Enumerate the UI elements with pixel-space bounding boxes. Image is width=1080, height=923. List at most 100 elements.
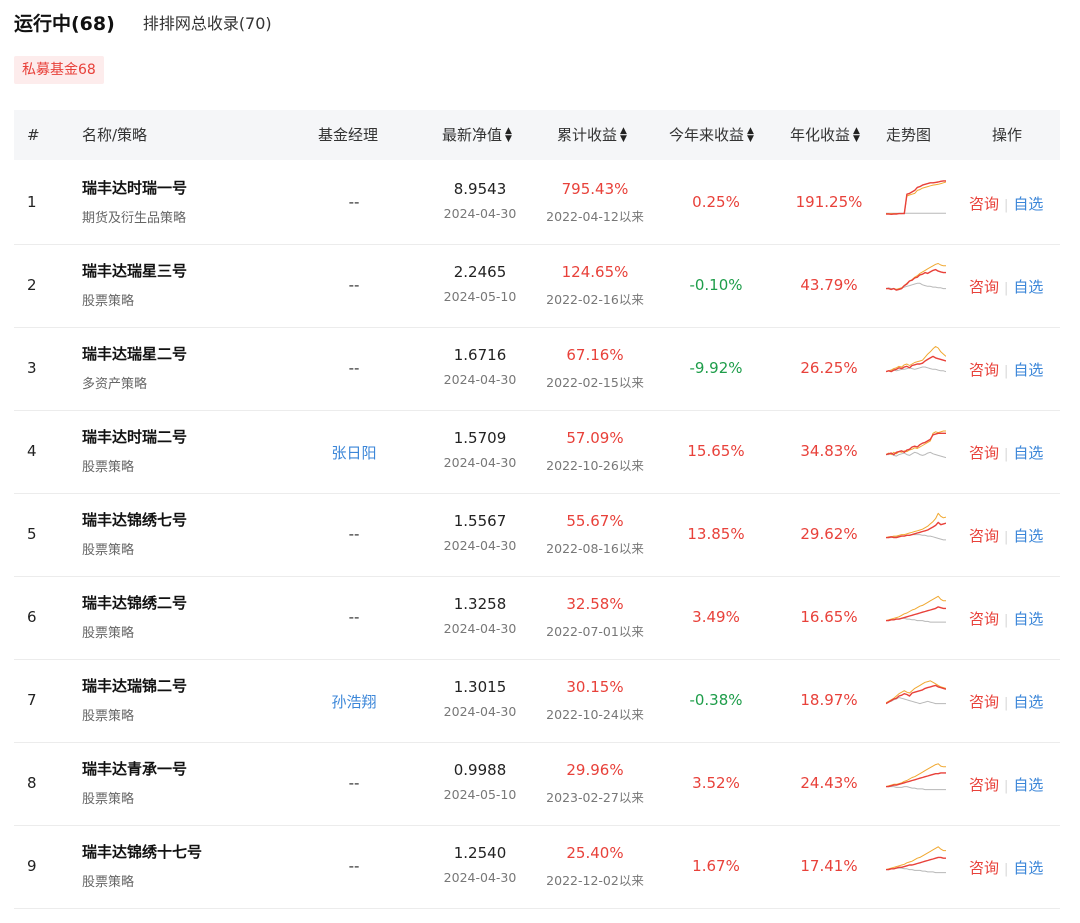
trend-fund-line [886, 772, 946, 788]
row-index: 4 [27, 442, 37, 460]
sort-icon[interactable]: ▲ ▼ [853, 126, 860, 143]
add-watchlist-button[interactable]: 自选 [1013, 776, 1043, 794]
trend-fund-line [886, 432, 946, 456]
fund-name-link[interactable]: 瑞丰达瑞锦二号 [82, 675, 187, 696]
latest-nav: 2.2465 [453, 263, 507, 281]
table-row[interactable]: 5 瑞丰达锦绣七号 股票策略 -- 1.5567 2024-04-30 55.67% 2022… [14, 493, 1060, 577]
table-row[interactable]: 6 瑞丰达锦绣二号 股票策略 -- 1.3258 2024-04-30 32.58% 2022… [14, 576, 1060, 660]
trend-sparkline[interactable] [886, 675, 946, 717]
add-watchlist-button[interactable]: 自选 [1013, 527, 1043, 545]
add-watchlist-button[interactable]: 自选 [1013, 444, 1043, 462]
consult-button[interactable]: 咨询 [969, 278, 999, 296]
consult-button[interactable]: 咨询 [969, 195, 999, 213]
add-watchlist-button[interactable]: 自选 [1013, 610, 1043, 628]
trend-sparkline[interactable] [886, 758, 946, 800]
consult-button[interactable]: 咨询 [969, 527, 999, 545]
row-index: 8 [27, 774, 37, 792]
fund-manager: -- [348, 857, 360, 875]
row-index: 1 [27, 193, 37, 211]
trend-sparkline[interactable] [886, 260, 946, 302]
annual-return: 18.97% [800, 691, 858, 709]
trend-fund-line [886, 521, 946, 539]
consult-button[interactable]: 咨询 [969, 361, 999, 379]
tab-paipai-total[interactable]: 排排网总收录(70) [143, 10, 272, 34]
col-index: # [27, 126, 40, 144]
tab-running[interactable]: 运行中(68) [14, 9, 115, 36]
action-divider: | [1004, 779, 1009, 794]
add-watchlist-button[interactable]: 自选 [1013, 195, 1043, 213]
cumulative-return: 25.40% [566, 844, 624, 862]
latest-nav: 0.9988 [453, 761, 507, 779]
table-row[interactable]: 8 瑞丰达青承一号 股票策略 -- 0.9988 2024-05-10 29.96% 2023… [14, 742, 1060, 826]
ytd-return: -0.38% [689, 691, 743, 709]
table-row[interactable]: 2 瑞丰达瑞星三号 股票策略 -- 2.2465 2024-05-10 124.65% 202… [14, 244, 1060, 328]
add-watchlist-button[interactable]: 自选 [1013, 361, 1043, 379]
sort-icon[interactable]: ▲ ▼ [747, 126, 754, 143]
add-watchlist-button[interactable]: 自选 [1013, 859, 1043, 877]
fund-name-link[interactable]: 瑞丰达锦绣七号 [82, 509, 187, 530]
consult-button[interactable]: 咨询 [969, 776, 999, 794]
row-index: 9 [27, 857, 37, 875]
fund-name-link[interactable]: 瑞丰达瑞星三号 [82, 260, 187, 281]
fund-manager: -- [348, 774, 360, 792]
col-annual-return[interactable]: 年化收益 ▲ ▼ [790, 110, 860, 160]
row-actions: 咨询 | 自选 [969, 442, 1043, 463]
latest-nav: 1.5709 [453, 429, 507, 447]
fund-strategy: 股票策略 [82, 460, 135, 475]
fund-manager: -- [348, 608, 360, 626]
trend-benchmark-line [886, 786, 946, 791]
fund-manager[interactable]: 孙浩翔 [324, 691, 384, 712]
table-row[interactable]: 9 瑞丰达锦绣十七号 股票策略 -- 1.2540 2024-04-30 25.40% 202… [14, 825, 1060, 909]
row-index: 3 [27, 359, 37, 377]
row-index: 6 [27, 608, 37, 626]
trend-sparkline[interactable] [886, 592, 946, 634]
table-row[interactable]: 4 瑞丰达时瑞二号 股票策略 张日阳 1.5709 2024-04-30 57.09% 202… [14, 410, 1060, 494]
since-date: 2022-12-02以来 [546, 873, 644, 888]
latest-nav: 8.9543 [453, 180, 507, 198]
col-ytd-return[interactable]: 今年来收益 ▲ ▼ [669, 110, 754, 160]
nav-date: 2024-04-30 [443, 870, 517, 885]
fund-name-link[interactable]: 瑞丰达青承一号 [82, 758, 187, 779]
trend-sparkline[interactable] [886, 841, 946, 883]
sort-icon[interactable]: ▲ ▼ [620, 126, 627, 143]
trend-sparkline[interactable] [886, 177, 946, 219]
consult-button[interactable]: 咨询 [969, 610, 999, 628]
add-watchlist-button[interactable]: 自选 [1013, 693, 1043, 711]
fund-name-link[interactable]: 瑞丰达锦绣十七号 [82, 841, 202, 862]
col-cumulative-return-label: 累计收益 [557, 126, 618, 144]
trend-sparkline[interactable] [886, 343, 946, 385]
table-row[interactable]: 3 瑞丰达瑞星二号 多资产策略 -- 1.6716 2024-04-30 67.16% 202… [14, 327, 1060, 411]
sort-icon[interactable]: ▲ ▼ [505, 126, 512, 143]
fund-name-link[interactable]: 瑞丰达时瑞一号 [82, 177, 187, 198]
trend-reference-line [886, 181, 946, 215]
fund-name-link[interactable]: 瑞丰达时瑞二号 [82, 426, 187, 447]
since-date: 2022-10-26以来 [546, 458, 644, 473]
consult-button[interactable]: 咨询 [969, 693, 999, 711]
row-actions: 咨询 | 自选 [969, 691, 1043, 712]
fund-manager[interactable]: 张日阳 [324, 442, 384, 463]
cumulative-return: 55.67% [566, 512, 624, 530]
fund-name-link[interactable]: 瑞丰达锦绣二号 [82, 592, 187, 613]
table-row[interactable]: 1 瑞丰达时瑞一号 期货及衍生品策略 -- 8.9543 2024-04-30 795.43… [14, 161, 1060, 245]
table-row[interactable]: 7 瑞丰达瑞锦二号 股票策略 孙浩翔 1.3015 2024-04-30 30.15% 202… [14, 659, 1060, 743]
col-latest-nav[interactable]: 最新净值 ▲ ▼ [442, 110, 512, 160]
nav-date: 2024-05-10 [443, 787, 517, 802]
cumulative-return: 57.09% [566, 429, 624, 447]
ytd-return: 15.65% [687, 442, 745, 460]
fund-manager: -- [348, 276, 360, 294]
trend-sparkline[interactable] [886, 426, 946, 468]
annual-return: 34.83% [800, 442, 858, 460]
ytd-return: 1.67% [692, 857, 740, 875]
col-cumulative-return[interactable]: 累计收益 ▲ ▼ [557, 110, 627, 160]
latest-nav: 1.6716 [453, 346, 507, 364]
fund-name-link[interactable]: 瑞丰达瑞星二号 [82, 343, 187, 364]
trend-sparkline[interactable] [886, 509, 946, 551]
nav-date: 2024-05-10 [443, 289, 517, 304]
ytd-return: -0.10% [689, 276, 743, 294]
private-fund-filter[interactable]: 私募基金68 [14, 56, 104, 84]
row-actions: 咨询 | 自选 [969, 359, 1043, 380]
consult-button[interactable]: 咨询 [969, 444, 999, 462]
consult-button[interactable]: 咨询 [969, 859, 999, 877]
cumulative-return: 67.16% [566, 346, 624, 364]
add-watchlist-button[interactable]: 自选 [1013, 278, 1043, 296]
